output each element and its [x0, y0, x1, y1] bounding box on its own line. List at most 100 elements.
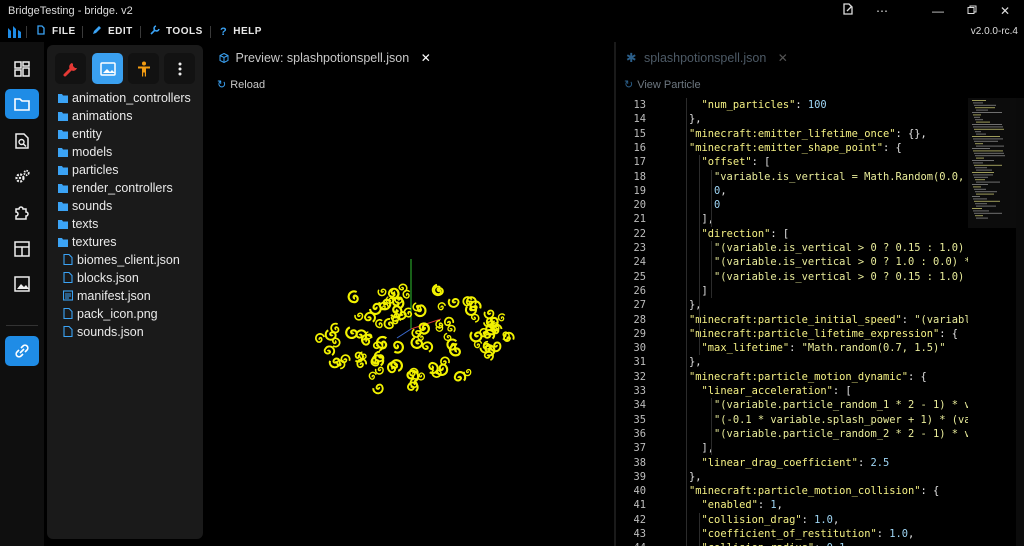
code-line[interactable]: 38 "linear_drag_coefficient": 2.5 [616, 456, 889, 470]
indent-guide [698, 155, 700, 356]
code-line[interactable]: 22 "direction": [ [616, 227, 789, 241]
file-biomes-client[interactable]: biomes_client.json [63, 251, 180, 269]
extensions-button[interactable] [5, 197, 39, 227]
share-icon[interactable] [836, 2, 860, 20]
preview-panel: Preview: splashpotionspell.json ✕ ↻ Reloa… [209, 42, 613, 546]
code-line[interactable]: 34 "(variable.particle_random_1 * 2 - 1)… [616, 398, 968, 412]
layout-button[interactable] [5, 234, 39, 264]
folder-models[interactable]: models [58, 143, 112, 161]
code-line[interactable]: 19 0, [616, 184, 726, 198]
folder-texts[interactable]: texts [58, 215, 98, 233]
close-icon[interactable]: ✕ [421, 51, 431, 65]
particle-sprite [497, 313, 506, 322]
tab-skins[interactable] [128, 53, 159, 84]
menu-edit[interactable]: EDIT [92, 24, 133, 40]
file-blocks[interactable]: blocks.json [63, 269, 139, 287]
image-export-button[interactable] [5, 269, 39, 299]
code-line[interactable]: 15 "minecraft:emitter_lifetime_once": {}… [616, 127, 926, 141]
search-files-button[interactable] [5, 126, 39, 156]
tab-editor-file[interactable]: ✱ splashpotionspell.json ✕ [626, 48, 788, 68]
code-line[interactable]: 31 }, [616, 355, 701, 369]
code-line[interactable]: 29 "minecraft:particle_lifetime_expressi… [616, 327, 958, 341]
close-icon[interactable]: ✕ [778, 51, 788, 65]
tab-tools[interactable] [55, 53, 86, 84]
code-line[interactable]: 43 "coefficient_of_restitution": 1.0, [616, 527, 914, 541]
code-token: : [901, 313, 915, 326]
code-line[interactable]: 23 "(variable.is_vertical > 0 ? 0.15 : 1… [616, 241, 968, 255]
menu-tools[interactable]: TOOLS [150, 24, 203, 40]
code-line[interactable]: 35 "(-0.1 * variable.splash_power + 1) *… [616, 413, 968, 427]
close-window-button[interactable]: ✕ [993, 2, 1017, 20]
folder-entity[interactable]: entity [58, 125, 102, 143]
code-line[interactable]: 14 }, [616, 112, 701, 126]
settings-button[interactable] [5, 162, 39, 192]
code-line[interactable]: 33 "linear_acceleration": [ [616, 384, 852, 398]
file-pack-icon[interactable]: pack_icon.png [63, 305, 158, 323]
view-particle-button[interactable]: ↻ View Particle [624, 78, 701, 92]
code-token: ], [664, 213, 715, 226]
tab-resources[interactable] [92, 53, 123, 84]
explorer-button[interactable] [5, 89, 39, 119]
more-options-icon[interactable]: ⋯ [870, 2, 894, 20]
code-token: "linear_acceleration" [701, 385, 833, 397]
code-line[interactable]: 40 "minecraft:particle_motion_collision"… [616, 484, 939, 498]
line-number: 18 [633, 170, 646, 183]
code-line[interactable]: 13 "num_particles": 100 [616, 98, 826, 112]
line-number: 30 [633, 342, 646, 355]
code-line[interactable]: 20 0 [616, 198, 720, 212]
code-token: 1.0 [814, 513, 833, 526]
code-line[interactable]: 44 "collision_radius": 0.1 [616, 541, 845, 546]
editor-scrollbar[interactable] [1016, 98, 1024, 546]
code-line[interactable]: 16 "minecraft:emitter_shape_point": { [616, 141, 901, 155]
code-line[interactable]: 25 "(variable.is_vertical > 0 ? 0.15 : 1… [616, 270, 968, 284]
file-icon [63, 326, 73, 337]
code-token: "(variable.particle_random_1 * 2 - 1) * … [714, 399, 968, 412]
maximize-button[interactable] [960, 2, 984, 20]
more-menu-button[interactable] [164, 53, 195, 84]
file-manifest[interactable]: manifest.json [63, 287, 151, 305]
code-line[interactable]: 42 "collision_drag": 1.0, [616, 513, 839, 527]
code-line[interactable]: 41 "enabled": 1, [616, 498, 782, 512]
code-token: : [ [751, 156, 771, 169]
connect-button[interactable] [5, 336, 39, 366]
code-line[interactable]: 27 }, [616, 298, 701, 312]
code-token: : [ [832, 385, 852, 397]
code-editor[interactable]: 13 "num_particles": 100 14 }, 15 "minecraf… [616, 98, 968, 546]
code-line[interactable]: 18 "variable.is_vertical = Math.Random(0… [616, 170, 968, 184]
code-line[interactable]: 30 "max_lifetime": "Math.random(0.7, 1.5… [616, 341, 945, 355]
line-number: 44 [616, 541, 646, 546]
folder-sounds[interactable]: sounds [58, 197, 112, 215]
code-line[interactable]: 32 "minecraft:particle_motion_dynamic": … [616, 370, 926, 384]
code-line[interactable]: 37 ], [616, 441, 714, 455]
code-token: : [757, 499, 771, 512]
particle-sprite [315, 333, 325, 343]
menu-help[interactable]: ? HELP [220, 24, 262, 40]
code-token: "(variable.particle_random_2 * 2 - 1) * … [714, 427, 968, 440]
minimize-button[interactable]: — [926, 2, 950, 20]
code-line[interactable]: 26 ] [616, 284, 707, 298]
folder-textures[interactable]: textures [58, 233, 116, 251]
dashboard-button[interactable] [5, 54, 39, 84]
folder-particles[interactable]: particles [58, 161, 119, 179]
line-number: 36 [633, 427, 646, 440]
code-line[interactable]: 28 "minecraft:particle_initial_speed": "… [616, 313, 968, 327]
particle-viewport[interactable] [209, 76, 613, 546]
code-line[interactable]: 36 "(variable.particle_random_2 * 2 - 1)… [616, 427, 968, 441]
line-number: 26 [633, 284, 646, 297]
code-line[interactable]: 39 }, [616, 470, 701, 484]
code-line[interactable]: 24 "(variable.is_vertical > 0 ? 1.0 : 0.… [616, 255, 968, 269]
minimap[interactable] [968, 98, 1016, 228]
file-sounds[interactable]: sounds.json [63, 323, 144, 341]
folder-render-controllers[interactable]: render_controllers [58, 179, 173, 197]
folder-animations[interactable]: animations [58, 107, 132, 125]
folder-animation-controllers[interactable]: animation_controllers [58, 89, 191, 107]
menu-file[interactable]: FILE [36, 24, 76, 40]
wrench-icon [150, 25, 160, 35]
file-search-icon [15, 133, 29, 149]
code-line[interactable]: 17 "offset": [ [616, 155, 770, 169]
tab-preview[interactable]: Preview: splashpotionspell.json ✕ [219, 48, 431, 68]
